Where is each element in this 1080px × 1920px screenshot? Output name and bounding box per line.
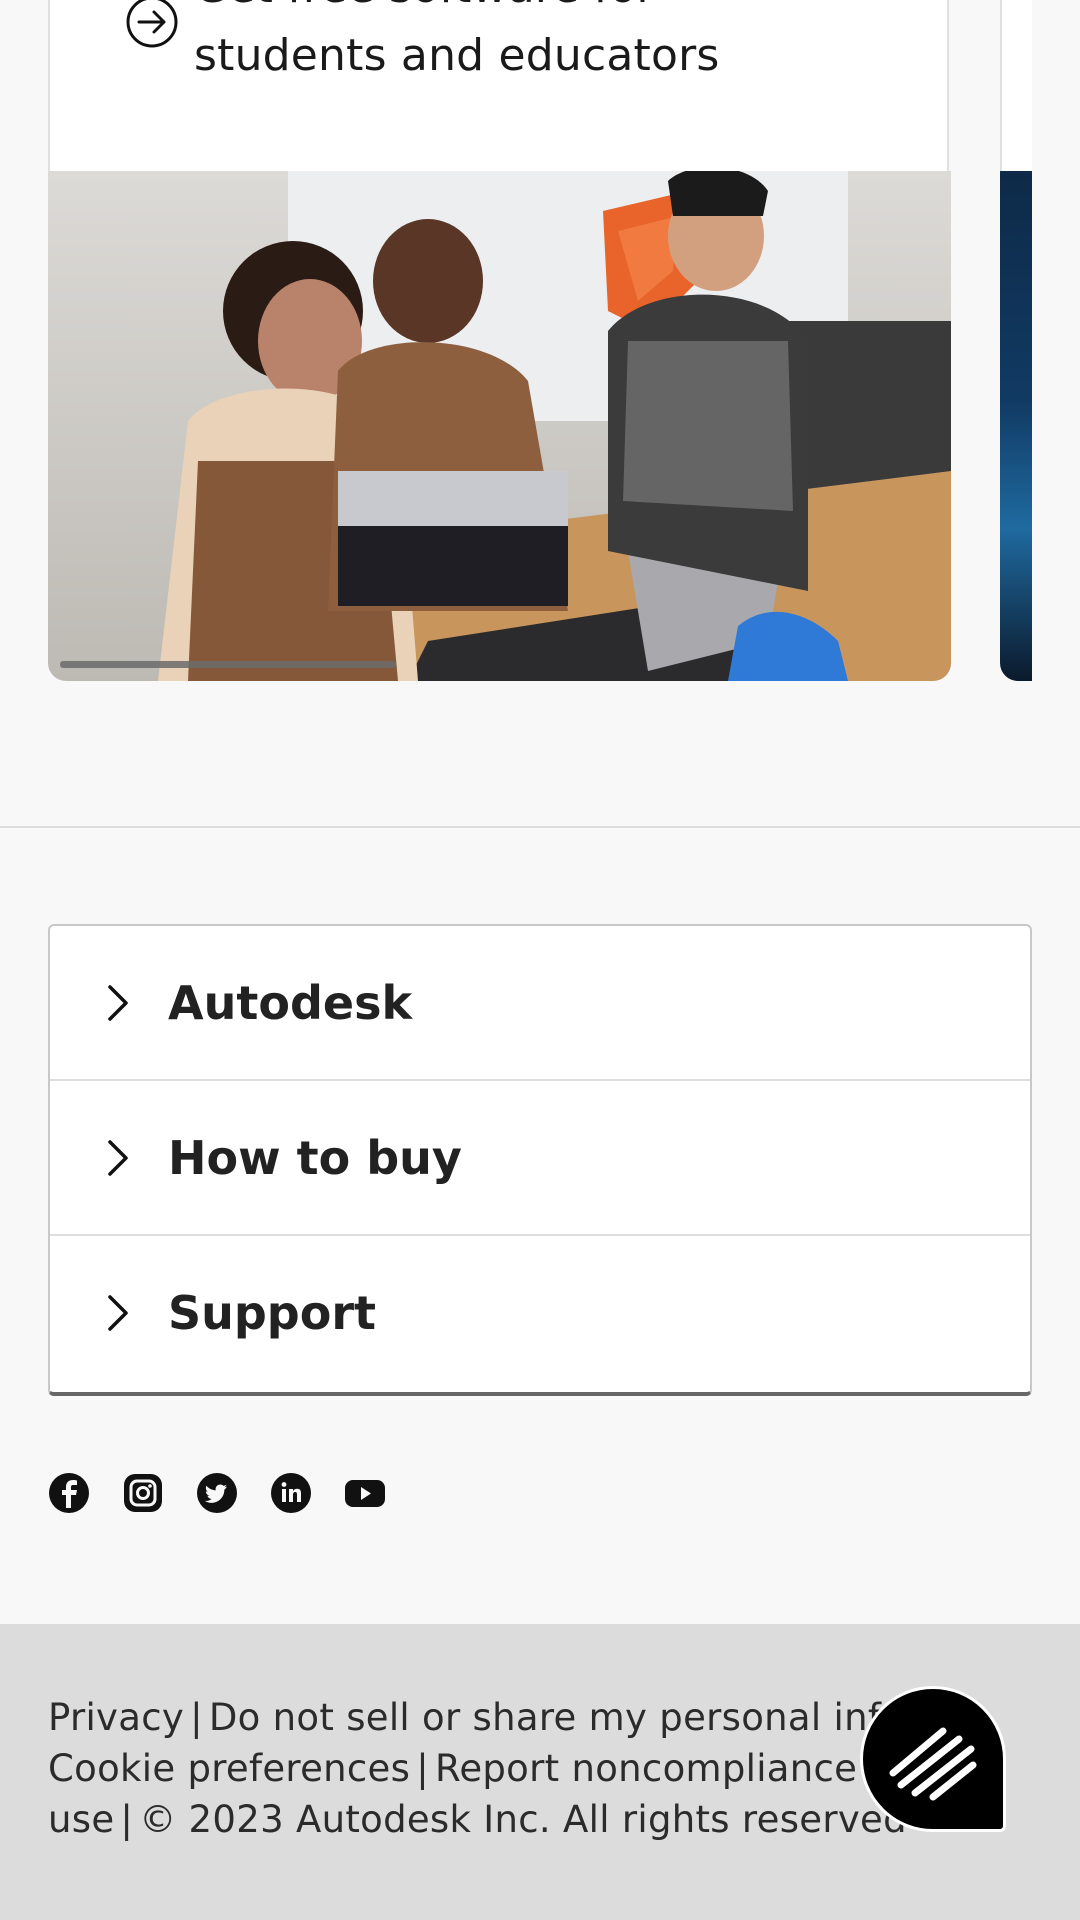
linkedin-icon[interactable] <box>270 1472 312 1514</box>
card-text-area[interactable]: Get free software for students and educa… <box>48 0 949 172</box>
report-noncompliance-link[interactable]: Report noncompliance <box>435 1747 857 1790</box>
arrow-right-circle-icon <box>126 0 178 48</box>
accordion-label: Support <box>168 1286 377 1340</box>
chevron-right-icon <box>108 1295 128 1331</box>
separator: | <box>416 1747 429 1790</box>
card-image[interactable] <box>48 171 951 681</box>
copyright-text: © 2023 Autodesk Inc. All rights reserved <box>139 1798 907 1841</box>
chevron-right-icon <box>108 985 128 1021</box>
terms-of-use-link-continued[interactable]: use <box>48 1798 114 1841</box>
education-card[interactable]: Get free software for students and educa… <box>48 0 951 681</box>
students-photo <box>48 171 951 681</box>
cookie-preferences-link[interactable]: Cookie preferences <box>48 1747 410 1790</box>
twitter-icon[interactable] <box>196 1472 238 1514</box>
separator: | <box>190 1696 203 1739</box>
footer-nav-accordion: Autodesk How to buy Support <box>48 924 1032 1396</box>
carousel-progress-bar <box>60 661 396 668</box>
card-title-line1: Get free software for <box>194 0 894 22</box>
accordion-label: Autodesk <box>168 976 413 1030</box>
accordion-item-autodesk[interactable]: Autodesk <box>50 926 1030 1081</box>
separator: | <box>120 1798 134 1841</box>
social-links <box>48 1472 386 1520</box>
accordion-item-support[interactable]: Support <box>50 1236 1030 1392</box>
accordion-label: How to buy <box>168 1131 462 1185</box>
instagram-icon[interactable] <box>122 1472 164 1514</box>
chevron-right-icon <box>108 1140 128 1176</box>
privacy-link[interactable]: Privacy <box>48 1696 184 1739</box>
next-card-peek[interactable] <box>1000 0 1032 681</box>
facebook-icon[interactable] <box>48 1472 90 1514</box>
youtube-icon[interactable] <box>344 1472 386 1514</box>
chat-assistant-button[interactable] <box>860 1686 1006 1832</box>
card-title-line2: students and educators <box>194 30 720 81</box>
card-title[interactable]: Get free software for students and educa… <box>194 0 894 90</box>
do-not-sell-link[interactable]: Do not sell or share my personal inform <box>209 1696 955 1739</box>
accordion-item-how-to-buy[interactable]: How to buy <box>50 1081 1030 1236</box>
chat-assistant-icon <box>889 1727 977 1801</box>
legal-links: Privacy | Do not sell or share my personal… <box>48 1692 988 1845</box>
section-divider <box>0 826 1080 828</box>
